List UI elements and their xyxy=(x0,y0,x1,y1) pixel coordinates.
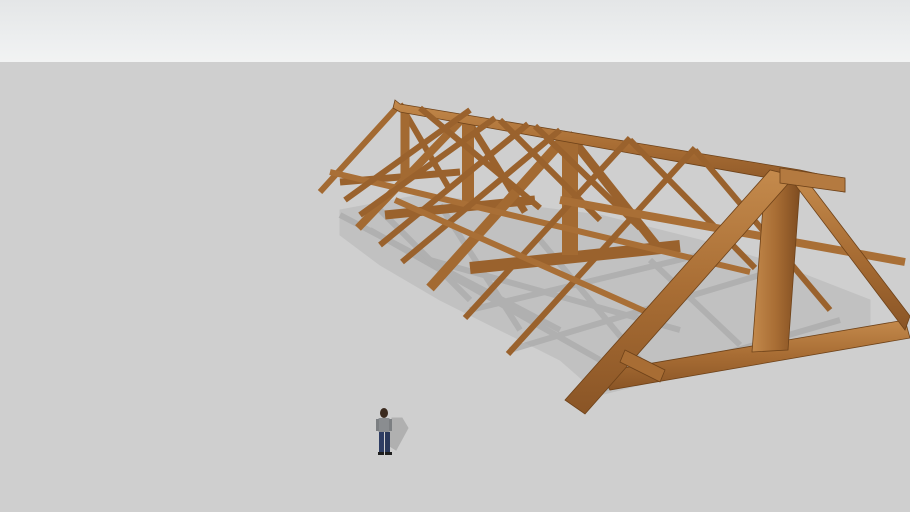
model-viewport[interactable] xyxy=(0,0,910,512)
scene-canvas[interactable] xyxy=(0,0,910,512)
